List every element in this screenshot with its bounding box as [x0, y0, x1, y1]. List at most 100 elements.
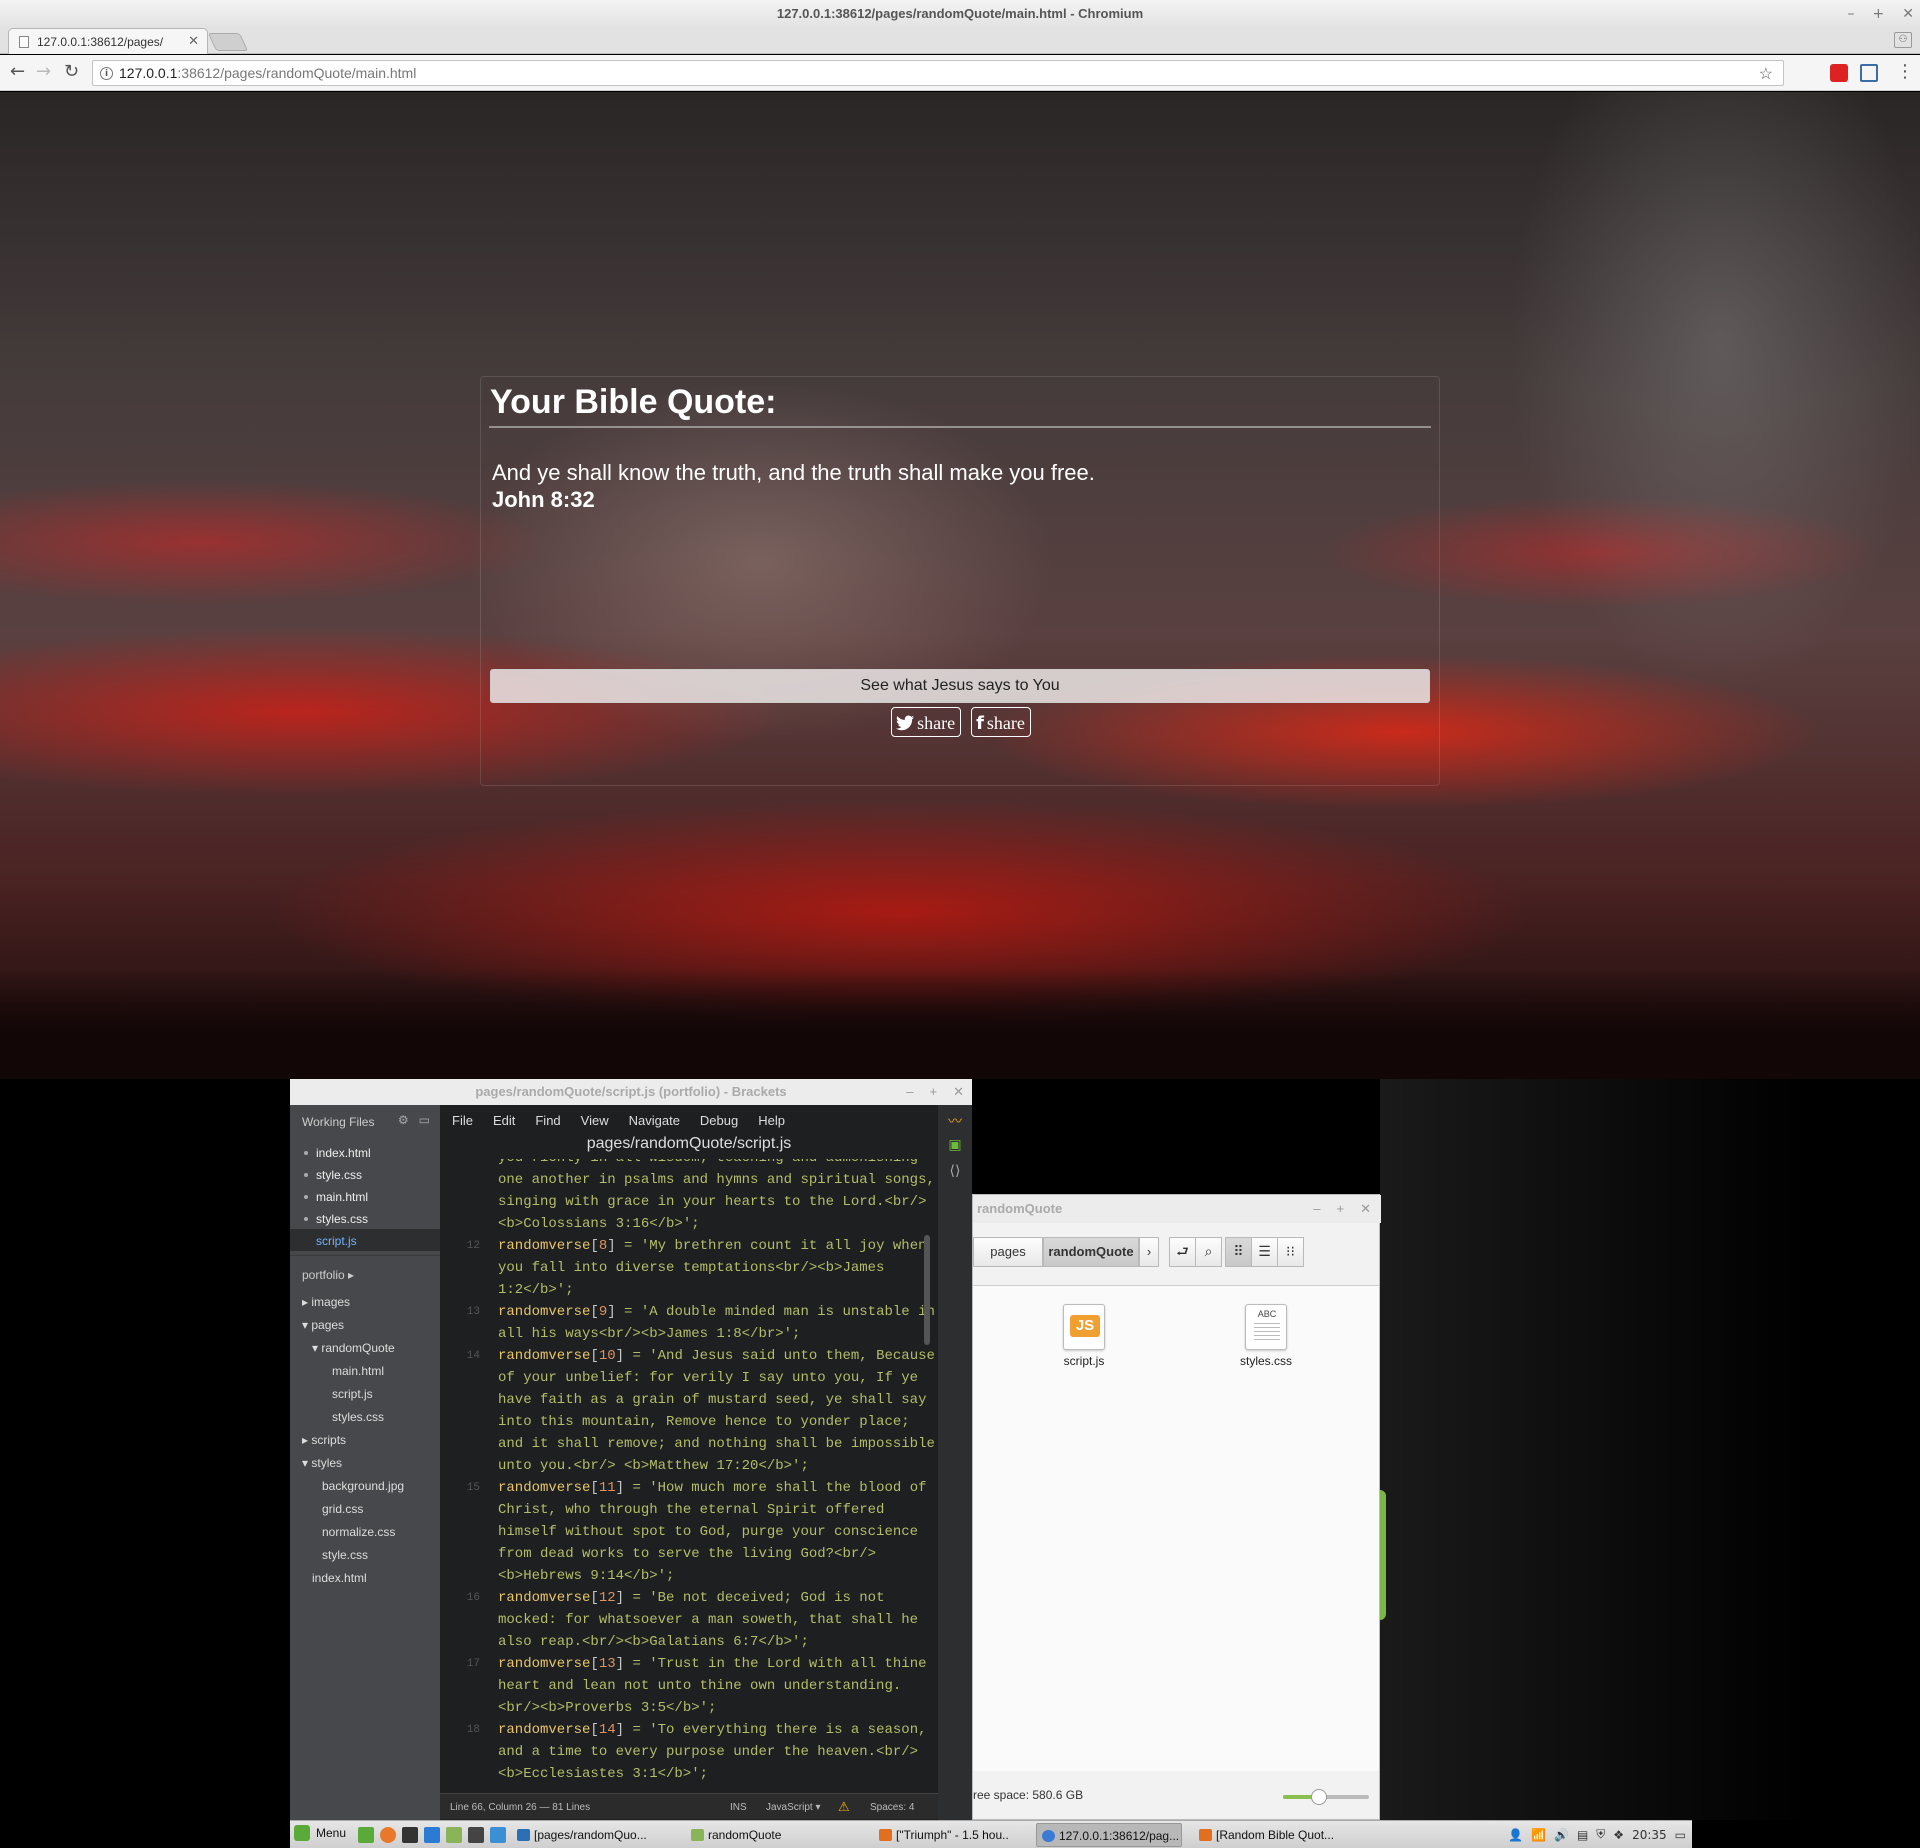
clock[interactable]: 20:35 [1632, 1828, 1667, 1842]
css-file-icon: ABC [1245, 1304, 1287, 1350]
code-area[interactable]: you richly in all wisdom; teaching and a… [440, 1159, 938, 1789]
menu-help[interactable]: Help [758, 1113, 785, 1131]
dropbox-icon[interactable]: ❖ [1613, 1828, 1624, 1842]
menu-edit[interactable]: Edit [493, 1113, 515, 1131]
indent-setting[interactable]: Spaces: 4 [870, 1802, 914, 1813]
profile-icon[interactable]: ⚇ [1894, 32, 1912, 48]
brackets-minimize-button[interactable]: – [906, 1079, 913, 1105]
search-icon[interactable]: ⌕ [1195, 1237, 1222, 1267]
project-dropdown[interactable]: portfolio ▸ [302, 1268, 354, 1282]
show-desktop-icon[interactable] [358, 1827, 374, 1843]
terminal-icon[interactable] [468, 1827, 484, 1843]
forward-icon[interactable]: → [36, 63, 51, 81]
app-icon[interactable] [490, 1827, 506, 1843]
tree-file[interactable]: styles.css [332, 1406, 384, 1428]
icon-view-button[interactable]: ⠿ [1225, 1237, 1252, 1267]
notification-icon[interactable]: ▭ [1675, 1828, 1686, 1842]
taskbar-window-files[interactable]: randomQuote [686, 1823, 806, 1847]
back-icon[interactable]: ← [10, 63, 25, 81]
file-item[interactable]: ABC styles.css [1221, 1304, 1311, 1368]
tree-folder-scripts[interactable]: ▸ scripts [302, 1429, 346, 1451]
tree-file[interactable]: grid.css [322, 1498, 363, 1520]
breadcrumb-randomquote[interactable]: randomQuote [1043, 1237, 1139, 1267]
taskbar-window-chromium[interactable]: 127.0.0.1:38612/pag... [1036, 1823, 1182, 1847]
start-menu-button[interactable]: Menu [294, 1825, 346, 1841]
tree-file[interactable]: index.html [312, 1567, 367, 1589]
tree-folder-images[interactable]: ▸ images [302, 1291, 350, 1313]
vscode-icon[interactable] [424, 1827, 440, 1843]
address-bar[interactable]: i 127.0.0.1:38612/pages/randomQuote/main… [92, 60, 1784, 86]
twitter-share-button[interactable]: share [891, 707, 962, 737]
file-item[interactable]: JS script.js [1039, 1304, 1129, 1368]
compact-view-button[interactable]: ⁝⁝ [1277, 1237, 1304, 1267]
bookmark-star-icon[interactable]: ☆ [1759, 64, 1773, 84]
tree-file[interactable]: script.js [332, 1383, 373, 1405]
reload-icon[interactable]: ↻ [64, 63, 79, 81]
working-file-item[interactable]: main.html [290, 1185, 440, 1207]
split-view-icon[interactable]: ▭ [419, 1113, 430, 1127]
info-icon[interactable]: i [100, 67, 113, 80]
maximize-button[interactable]: + [1873, 6, 1885, 22]
firefox-icon[interactable] [380, 1827, 396, 1843]
menu-navigate[interactable]: Navigate [629, 1113, 680, 1131]
cast-icon[interactable] [1860, 64, 1878, 82]
tree-file[interactable]: background.jpg [322, 1475, 404, 1497]
cors-extension-icon[interactable] [1830, 64, 1848, 82]
menu-file[interactable]: File [452, 1113, 473, 1131]
browser-menu-icon[interactable]: ⋮ [1896, 63, 1914, 81]
breadcrumb-next[interactable]: › [1139, 1237, 1159, 1267]
tree-folder-styles[interactable]: ▾ styles [302, 1452, 342, 1474]
insert-mode[interactable]: INS [730, 1802, 747, 1813]
zoom-slider[interactable] [1283, 1789, 1369, 1805]
tree-file[interactable]: normalize.css [322, 1521, 395, 1543]
fm-minimize-button[interactable]: – [1313, 1195, 1320, 1223]
tree-file[interactable]: main.html [332, 1360, 384, 1382]
clipboard-icon[interactable]: ▤ [1577, 1828, 1588, 1842]
code-icon[interactable]: ⟨⟩ [946, 1163, 964, 1179]
volume-icon[interactable]: 🔊 [1554, 1828, 1569, 1842]
network-icon[interactable]: 📶 [1531, 1828, 1546, 1842]
tree-folder-randomquote[interactable]: ▾ randomQuote [312, 1337, 395, 1359]
menu-debug[interactable]: Debug [700, 1113, 738, 1131]
menu-find[interactable]: Find [535, 1113, 560, 1131]
live-preview-icon[interactable]: 〰 [946, 1111, 964, 1130]
fm-close-button[interactable]: ✕ [1360, 1195, 1371, 1223]
working-files-header: Working Files [302, 1115, 375, 1129]
breadcrumb-pages[interactable]: pages [973, 1237, 1043, 1267]
working-file-item[interactable]: styles.css [290, 1207, 440, 1229]
brackets-maximize-button[interactable]: + [930, 1079, 938, 1105]
browser-tab[interactable]: 127.0.0.1:38612/pages/ ✕ [8, 28, 208, 54]
working-file-item[interactable]: index.html [290, 1141, 440, 1163]
working-file-item[interactable]: style.css [290, 1163, 440, 1185]
new-tab-button[interactable] [207, 33, 249, 51]
code-line: Christ, who through the eternal Spirit o… [440, 1499, 938, 1521]
tree-folder-pages[interactable]: ▾ pages [302, 1314, 344, 1336]
taskbar-window-brackets[interactable]: [pages/randomQuo... [512, 1823, 674, 1847]
close-button[interactable]: ✕ [1902, 6, 1914, 22]
minimize-button[interactable]: – [1848, 6, 1855, 22]
taskbar-window-player[interactable]: ["Triumph" - 1.5 hou... [874, 1823, 1008, 1847]
file-name: script.js [1063, 1354, 1105, 1368]
taskbar-window-quote[interactable]: [Random Bible Quot... [1194, 1823, 1344, 1847]
warning-icon[interactable]: ⚠ [838, 1799, 850, 1815]
user-icon[interactable]: 👤 [1508, 1828, 1523, 1842]
zoom-slider-thumb[interactable] [1311, 1789, 1328, 1805]
new-quote-button[interactable]: See what Jesus says to You [490, 669, 1430, 703]
shield-icon[interactable]: ⛨ [1596, 1827, 1605, 1842]
language-select[interactable]: JavaScript ▾ [766, 1802, 820, 1813]
gear-icon[interactable]: ⚙ [398, 1113, 409, 1127]
terminal-icon[interactable] [402, 1827, 418, 1843]
tab-close-icon[interactable]: ✕ [188, 33, 199, 49]
list-view-button[interactable]: ☰ [1251, 1237, 1278, 1267]
tree-file[interactable]: style.css [322, 1544, 368, 1566]
files-icon[interactable] [446, 1827, 462, 1843]
working-file-item-active[interactable]: script.js [290, 1229, 440, 1251]
facebook-share-button[interactable]: f share [971, 707, 1031, 737]
menu-view[interactable]: View [581, 1113, 609, 1131]
brackets-close-button[interactable]: ✕ [953, 1079, 964, 1105]
code-line: 15 randomverse[11] = 'How much more shall… [440, 1477, 938, 1499]
editor-scrollbar[interactable] [924, 1235, 930, 1345]
toggle-location-icon[interactable]: ⮐ [1169, 1237, 1196, 1267]
fm-maximize-button[interactable]: + [1337, 1195, 1345, 1223]
extension-manager-icon[interactable]: ▣ [946, 1137, 964, 1153]
